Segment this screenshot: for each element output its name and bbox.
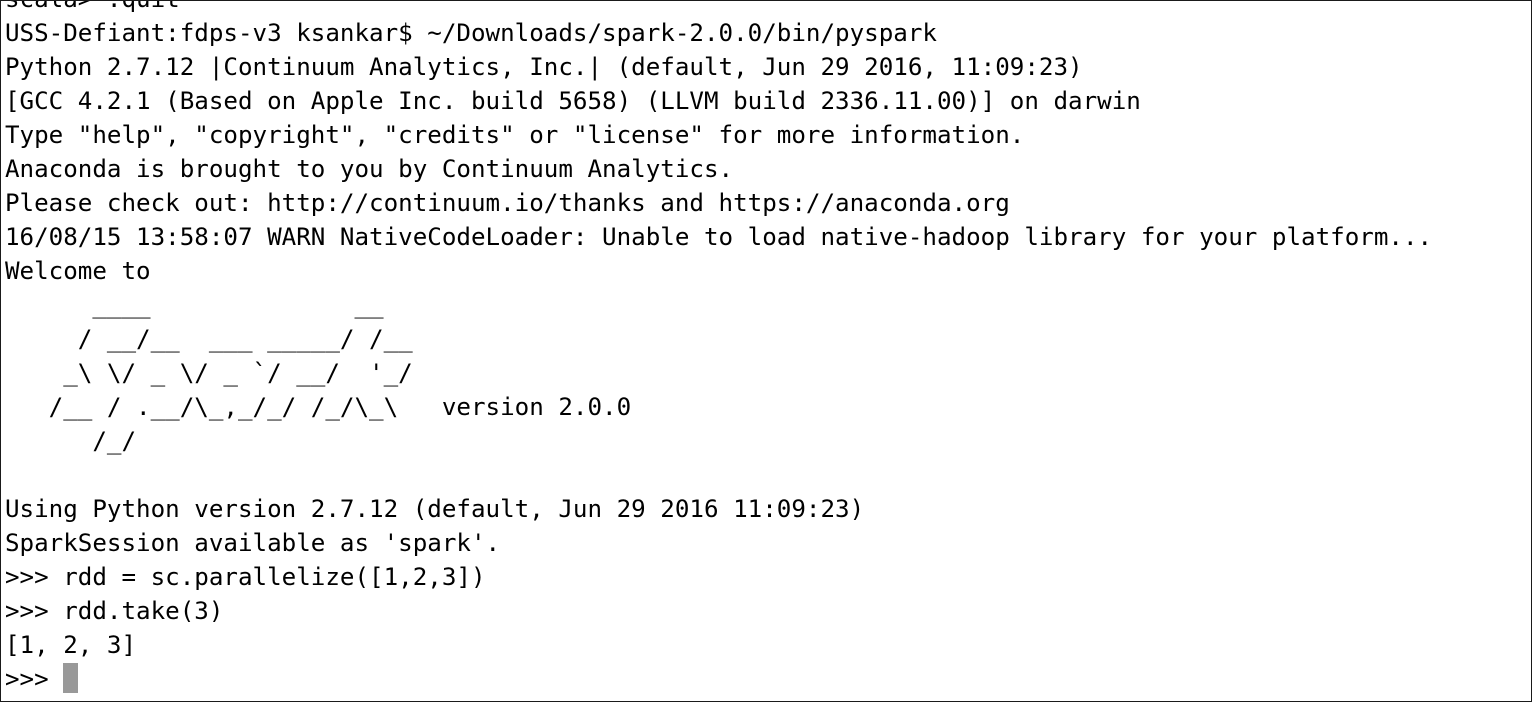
terminal-line: Anaconda is brought to you by Continuum …: [5, 155, 734, 183]
prompt: >>>: [5, 665, 64, 693]
terminal-line: Please check out: http://continuum.io/th…: [5, 189, 1010, 217]
output-line: [1, 2, 3]: [5, 631, 137, 659]
text-cursor: [63, 663, 79, 693]
active-prompt-line[interactable]: >>>: [5, 662, 1531, 696]
command-line: >>> rdd = sc.parallelize([1,2,3]): [5, 563, 486, 591]
terminal-line: USS-Defiant:fdps-v3 ksankar$ ~/Downloads…: [5, 19, 937, 47]
command-line: >>> rdd.take(3): [5, 597, 224, 625]
terminal-line: Using Python version 2.7.12 (default, Ju…: [5, 495, 865, 523]
terminal-line: Python 2.7.12 |Continuum Analytics, Inc.…: [5, 53, 1083, 81]
spark-logo-line: / __/__ ___ _____/ /__: [5, 325, 413, 353]
spark-logo-line: _\ \/ _ \/ _ `/ __/ '_/: [5, 359, 413, 387]
terminal-line: 16/08/15 13:58:07 WARN NativeCodeLoader:…: [5, 223, 1433, 251]
terminal-line: Type "help", "copyright", "credits" or "…: [5, 121, 1025, 149]
spark-logo-line: /__ / .__/\_,_/_/ /_/\_\ version 2.0.0: [5, 393, 632, 421]
terminal-line: [GCC 4.2.1 (Based on Apple Inc. build 56…: [5, 87, 1141, 115]
spark-logo-line: ____ __: [5, 291, 384, 319]
terminal-window[interactable]: scala> :quit USS-Defiant:fdps-v3 ksankar…: [0, 0, 1532, 702]
terminal-line: Welcome to: [5, 257, 151, 285]
terminal-line: SparkSession available as 'spark'.: [5, 529, 501, 557]
terminal-output: scala> :quit USS-Defiant:fdps-v3 ksankar…: [5, 1, 1531, 701]
spark-logo-line: /_/: [5, 427, 137, 455]
terminal-line: scala> :quit: [5, 1, 1531, 16]
